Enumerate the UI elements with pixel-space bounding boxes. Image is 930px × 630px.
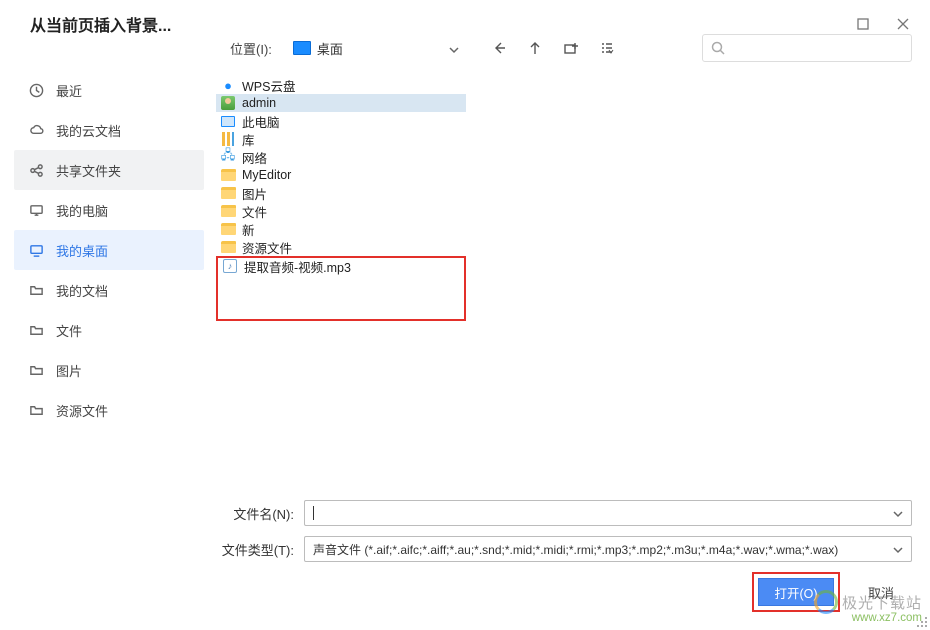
file-name: 此电脑 bbox=[242, 112, 280, 131]
search-box[interactable] bbox=[702, 34, 912, 62]
cloud-icon bbox=[28, 122, 44, 138]
up-button[interactable] bbox=[526, 39, 544, 57]
sidebar-item-shared[interactable]: 共享文件夹 bbox=[14, 150, 204, 190]
sidebar-item-recent[interactable]: 最近 bbox=[14, 70, 204, 110]
search-icon bbox=[711, 41, 725, 55]
file-name: 网络 bbox=[242, 148, 267, 167]
new-folder-button[interactable] bbox=[562, 39, 580, 57]
file-row[interactable]: 🖧 网络 bbox=[216, 148, 466, 166]
open-button[interactable]: 打开(O) bbox=[758, 578, 834, 606]
sidebar-item-label: 我的云文档 bbox=[56, 121, 121, 140]
monitor-icon bbox=[28, 202, 44, 218]
file-row[interactable]: 库 bbox=[216, 130, 466, 148]
sidebar-item-mydesktop[interactable]: 我的桌面 bbox=[14, 230, 204, 270]
network-icon: 🖧 bbox=[220, 149, 236, 165]
file-name: MyEditor bbox=[242, 168, 291, 182]
filename-value bbox=[313, 506, 314, 520]
file-name: 图片 bbox=[242, 184, 267, 203]
file-name: 资源文件 bbox=[242, 238, 292, 257]
sidebar: 最近 我的云文档 共享文件夹 我的电脑 我的桌面 我的文档 文件 图片 资源文件 bbox=[14, 70, 204, 430]
sidebar-item-pictures[interactable]: 图片 bbox=[14, 350, 204, 390]
arrow-up-icon bbox=[527, 40, 543, 56]
location-label: 位置(I): bbox=[230, 39, 272, 58]
clock-icon bbox=[28, 82, 44, 98]
annotation-box bbox=[216, 271, 466, 321]
sidebar-item-label: 我的电脑 bbox=[56, 201, 108, 220]
nav-buttons bbox=[490, 39, 616, 57]
file-name: 新 bbox=[242, 220, 255, 239]
arrow-left-icon bbox=[491, 40, 507, 56]
chevron-down-icon bbox=[893, 544, 903, 554]
sidebar-item-files[interactable]: 文件 bbox=[14, 310, 204, 350]
chevron-down-icon bbox=[893, 508, 903, 518]
window-title: 从当前页插入背景... bbox=[12, 12, 171, 36]
file-row[interactable]: ● WPS云盘 bbox=[216, 76, 466, 94]
file-row[interactable]: admin bbox=[216, 94, 466, 112]
file-row[interactable]: 资源文件 bbox=[216, 238, 466, 256]
folder-icon bbox=[28, 402, 44, 418]
file-name: WPS云盘 bbox=[242, 76, 295, 95]
desktop-icon bbox=[28, 242, 44, 258]
watermark-url: www.xz7.com bbox=[814, 612, 922, 624]
square-icon bbox=[857, 18, 869, 30]
view-toggle-button[interactable] bbox=[598, 39, 616, 57]
sidebar-item-mydocs[interactable]: 我的文档 bbox=[14, 270, 204, 310]
filename-input[interactable] bbox=[304, 500, 912, 526]
toolbar: 位置(I): 桌面 bbox=[230, 30, 912, 66]
location-select[interactable]: 桌面 bbox=[286, 36, 466, 61]
file-row[interactable]: MyEditor bbox=[216, 166, 466, 184]
sidebar-item-label: 资源文件 bbox=[56, 401, 108, 420]
annotation-box: 打开(O) bbox=[752, 572, 840, 612]
filetype-label: 文件类型(T): bbox=[216, 540, 294, 559]
library-icon bbox=[220, 131, 236, 147]
user-icon bbox=[220, 95, 236, 111]
close-icon bbox=[897, 18, 909, 30]
resize-grip[interactable] bbox=[916, 616, 928, 628]
share-icon bbox=[28, 162, 44, 178]
folder-icon bbox=[28, 282, 44, 298]
location-value: 桌面 bbox=[317, 39, 343, 58]
folder-icon bbox=[28, 322, 44, 338]
view-list-icon bbox=[599, 40, 615, 56]
sidebar-item-label: 我的文档 bbox=[56, 281, 108, 300]
search-input[interactable] bbox=[731, 41, 903, 55]
file-row[interactable]: 图片 bbox=[216, 184, 466, 202]
sidebar-item-label: 文件 bbox=[56, 321, 82, 340]
folder-icon bbox=[220, 185, 236, 201]
desktop-icon bbox=[293, 41, 311, 55]
sidebar-item-resources[interactable]: 资源文件 bbox=[14, 390, 204, 430]
file-name: 文件 bbox=[242, 202, 267, 221]
file-row[interactable]: 新 bbox=[216, 220, 466, 238]
file-name: 库 bbox=[242, 130, 255, 149]
filetype-value: 声音文件 (*.aif;*.aifc;*.aiff;*.au;*.snd;*.m… bbox=[313, 541, 838, 558]
pc-icon bbox=[220, 113, 236, 129]
back-button[interactable] bbox=[490, 39, 508, 57]
sidebar-item-label: 图片 bbox=[56, 361, 82, 380]
cancel-button[interactable]: 取消 bbox=[868, 583, 894, 602]
folder-icon bbox=[220, 203, 236, 219]
new-folder-icon bbox=[563, 40, 579, 56]
file-row[interactable]: 此电脑 bbox=[216, 112, 466, 130]
folder-icon bbox=[28, 362, 44, 378]
file-row[interactable]: 文件 bbox=[216, 202, 466, 220]
chevron-down-icon bbox=[449, 43, 459, 53]
sidebar-item-mypc[interactable]: 我的电脑 bbox=[14, 190, 204, 230]
folder-icon bbox=[220, 167, 236, 183]
music-file-icon: ♪ bbox=[222, 258, 238, 274]
folder-icon bbox=[220, 239, 236, 255]
filetype-select[interactable]: 声音文件 (*.aif;*.aifc;*.aiff;*.au;*.snd;*.m… bbox=[304, 536, 912, 562]
file-name: 提取音频-视频.mp3 bbox=[244, 257, 351, 276]
sidebar-item-label: 最近 bbox=[56, 81, 82, 100]
cloud-icon: ● bbox=[220, 77, 236, 93]
sidebar-item-mycloud[interactable]: 我的云文档 bbox=[14, 110, 204, 150]
sidebar-item-label: 共享文件夹 bbox=[56, 161, 121, 180]
filename-label: 文件名(N): bbox=[216, 504, 294, 523]
file-name: admin bbox=[242, 96, 276, 110]
folder-icon bbox=[220, 221, 236, 237]
sidebar-item-label: 我的桌面 bbox=[56, 241, 108, 260]
file-list: ●WPS云盘 admin 此电脑 库 🖧网络 MyEditor 图片 文件 新 … bbox=[216, 76, 912, 500]
bottom-bar: 文件名(N): 文件类型(T): 声音文件 (*.aif;*.aifc;*.ai… bbox=[216, 500, 912, 612]
